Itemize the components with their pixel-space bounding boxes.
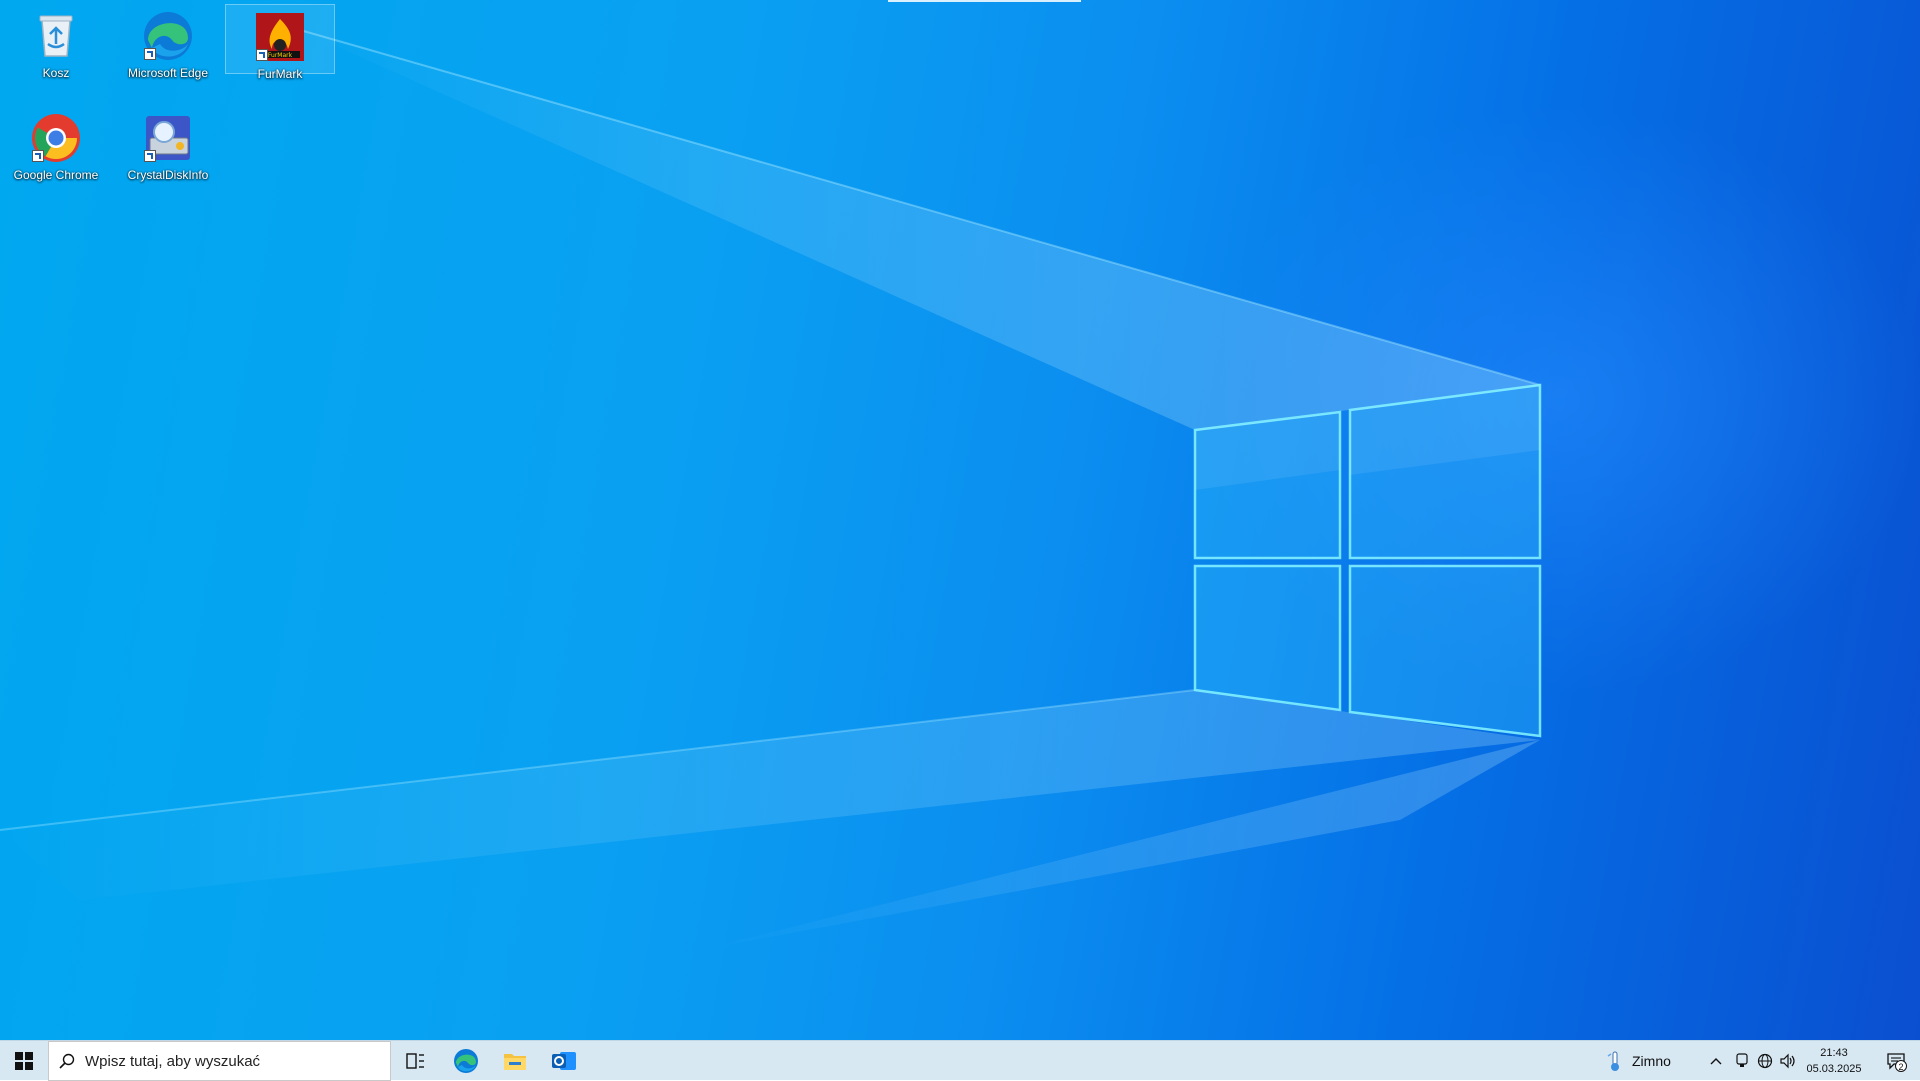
start-button[interactable]	[0, 1041, 48, 1081]
clock-time: 21:43	[1820, 1047, 1848, 1059]
outlook-icon	[552, 1052, 576, 1070]
shortcut-arrow-icon	[144, 150, 156, 162]
wallpaper-light-beams	[0, 29, 1541, 950]
network-button[interactable]	[1753, 1041, 1777, 1081]
shortcut-arrow-icon	[144, 48, 156, 60]
crystaldiskinfo-icon	[142, 112, 194, 164]
meet-now-icon	[1736, 1053, 1748, 1067]
windows-start-icon	[15, 1052, 33, 1070]
desktop-icon-label: Kosz	[42, 66, 70, 80]
action-center-button[interactable]: 2	[1876, 1041, 1916, 1081]
taskbar-search-box[interactable]: Wpisz tutaj, aby wyszukać	[48, 1041, 391, 1081]
desktop-icon-label: Microsoft Edge	[127, 66, 209, 80]
volume-icon	[1780, 1053, 1795, 1069]
search-placeholder: Wpisz tutaj, aby wyszukać	[85, 1052, 261, 1070]
shortcut-arrow-icon	[256, 49, 268, 61]
desktop-icon-microsoft-edge[interactable]: Microsoft Edge	[114, 4, 222, 100]
search-icon	[49, 1053, 85, 1069]
desktop-icon-google-chrome[interactable]: Google Chrome	[2, 106, 110, 202]
chevron-up-icon	[1710, 1058, 1722, 1065]
desktop-icon-furmark[interactable]: FurMark FurMark	[225, 4, 335, 81]
weather-label: Zimno	[1632, 1053, 1671, 1069]
task-view-button[interactable]	[396, 1041, 436, 1081]
weather-widget[interactable]: Zimno	[1606, 1041, 1671, 1081]
meet-now-button[interactable]	[1730, 1041, 1754, 1081]
thermometer-icon	[1607, 1051, 1619, 1071]
notification-count-badge: 2	[1895, 1060, 1907, 1072]
network-globe-icon	[1757, 1053, 1773, 1069]
edge-icon	[142, 10, 194, 62]
show-hidden-icons-button[interactable]	[1704, 1041, 1728, 1081]
selection-highlight-bar	[888, 0, 1081, 2]
desktop-icon-crystaldiskinfo[interactable]: CrystalDiskInfo	[114, 106, 222, 202]
desktop-icon-label: CrystalDiskInfo	[127, 168, 209, 182]
volume-button[interactable]	[1776, 1041, 1800, 1081]
svg-text:FurMark: FurMark	[268, 52, 293, 59]
file-explorer-icon	[504, 1054, 526, 1070]
taskbar-outlook-button[interactable]	[540, 1041, 588, 1081]
edge-icon	[454, 1049, 478, 1073]
taskbar-edge-button[interactable]	[442, 1041, 490, 1081]
taskbar-file-explorer-button[interactable]	[491, 1041, 539, 1081]
desktop-icon-recycle-bin[interactable]: Kosz	[2, 4, 110, 100]
recycle-bin-icon	[30, 10, 82, 62]
desktop-icon-label: FurMark	[257, 67, 303, 81]
taskbar: Wpisz tutaj, aby wyszukać Zimno 21:43 05…	[0, 1040, 1920, 1081]
clock-date: 05.03.2025	[1806, 1063, 1862, 1075]
clock[interactable]: 21:43 05.03.2025	[1800, 1045, 1868, 1077]
chrome-icon	[30, 112, 82, 164]
windows-logo-glass	[1193, 383, 1542, 738]
desktop-icon-label: Google Chrome	[13, 168, 99, 182]
desktop-wallpaper	[0, 0, 1920, 1040]
task-view-icon	[406, 1053, 424, 1069]
shortcut-arrow-icon	[32, 150, 44, 162]
furmark-icon: FurMark	[254, 11, 306, 63]
